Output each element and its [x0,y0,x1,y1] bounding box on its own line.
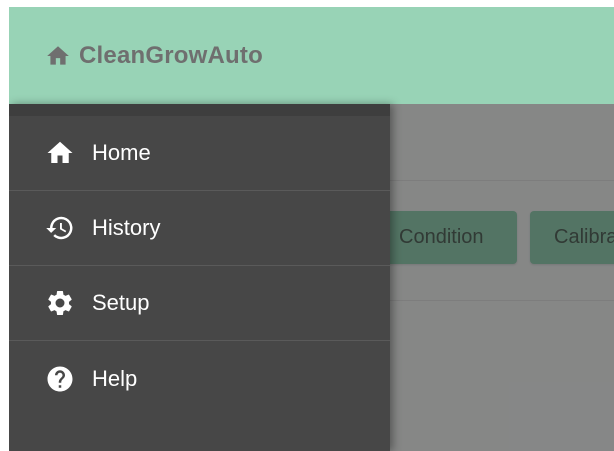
home-icon [45,138,75,168]
drawer-top-band [9,104,390,116]
nav-item-home[interactable]: Home [9,116,390,191]
nav-item-setup[interactable]: Setup [9,266,390,341]
history-icon [45,213,75,243]
app-window: CleanGrowAuto Condition Calibrate Home H… [9,7,614,451]
nav-item-history[interactable]: History [9,191,390,266]
help-icon [45,364,75,394]
home-icon [45,43,71,69]
nav-item-label: History [92,215,161,240]
app-bar: CleanGrowAuto [9,7,614,104]
nav-item-label: Setup [92,290,150,315]
nav-drawer: Home History Setup Help [9,104,390,451]
app-title: CleanGrowAuto [79,41,263,69]
gear-icon [45,288,75,318]
nav-item-label: Help [92,365,138,391]
nav-item-help[interactable]: Help [9,341,390,416]
nav-item-label: Home [92,140,151,165]
